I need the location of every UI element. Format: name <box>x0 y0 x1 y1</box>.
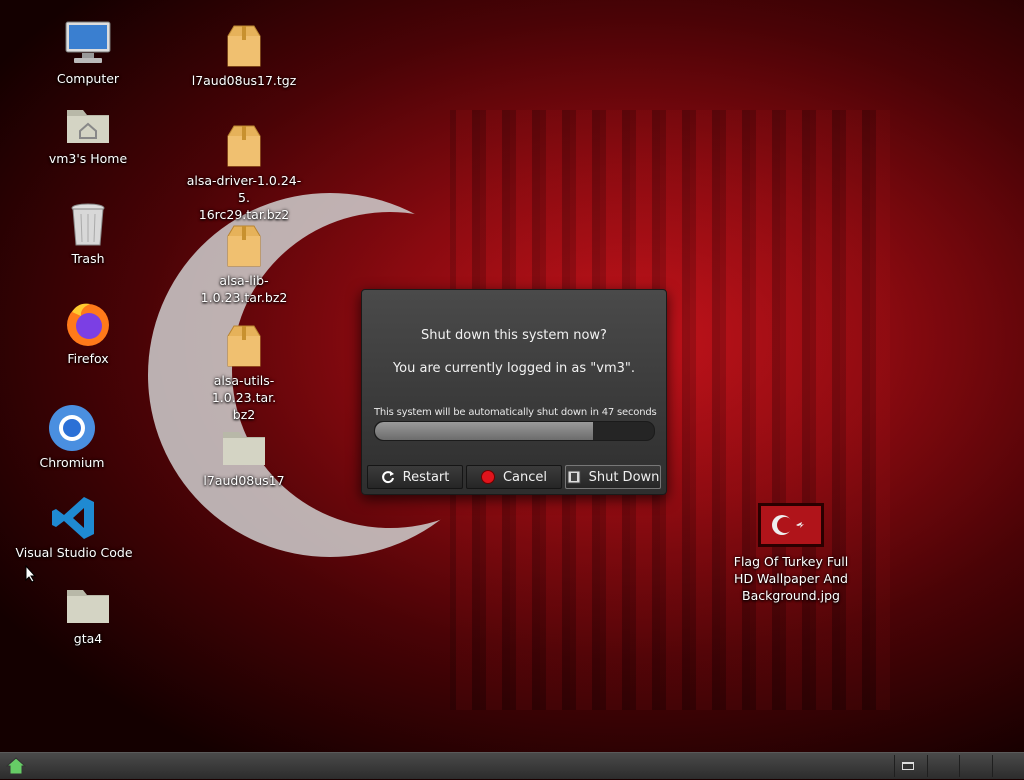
dialog-question: Shut down this system now? <box>362 328 666 343</box>
desktop-icon-alsa-driver[interactable]: alsa-driver-1.0.24-5.16rc29.tar.bz2 <box>184 122 304 223</box>
tray-slot[interactable] <box>927 755 960 777</box>
folder-icon <box>64 580 112 628</box>
shutdown-button[interactable]: Shut Down <box>565 465 661 489</box>
restart-icon <box>381 470 395 484</box>
desktop-icon-label: Computer <box>28 70 148 87</box>
start-menu-icon <box>4 756 28 776</box>
dialog-countdown-text: This system will be automatically shut d… <box>374 407 657 418</box>
trash-icon <box>64 200 112 248</box>
cancel-icon <box>481 470 495 484</box>
chromium-icon <box>48 404 96 452</box>
cancel-label: Cancel <box>503 470 547 485</box>
firefox-icon <box>64 300 112 348</box>
tray-slot[interactable] <box>959 755 992 777</box>
shutdown-dialog: Shut down this system now? You are curre… <box>361 289 667 495</box>
cancel-button[interactable]: Cancel <box>466 465 562 489</box>
shutdown-progress-bar <box>374 421 655 441</box>
desktop-icon-home[interactable]: vm3's Home <box>28 100 148 167</box>
archive-icon <box>220 22 268 70</box>
desktop-icon-vscode[interactable]: Visual Studio Code <box>14 494 134 561</box>
vscode-icon <box>50 494 98 542</box>
dialog-logged-in-text: You are currently logged in as "vm3". <box>362 361 666 376</box>
desktop-icon-label: gta4 <box>28 630 148 647</box>
desktop-icon-alsa-utils[interactable]: alsa-utils-1.0.23.tar.bz2 <box>184 322 304 423</box>
computer-icon <box>64 20 112 68</box>
desktop-icon-folder-l7aud[interactable]: l7aud08us17 <box>184 422 304 489</box>
desktop-icon-label: Trash <box>28 250 148 267</box>
shutdown-icon <box>567 470 581 484</box>
system-tray <box>894 755 1024 777</box>
folder-icon <box>220 422 268 470</box>
desktop-icon-flag-image[interactable]: Flag Of Turkey FullHD Wallpaper AndBackg… <box>731 503 851 604</box>
restart-button[interactable]: Restart <box>367 465 463 489</box>
desktop-icon-firefox[interactable]: Firefox <box>28 300 148 367</box>
image-thumbnail-icon <box>758 503 824 547</box>
window-icon <box>902 762 914 770</box>
desktop-icon-label: Visual Studio Code <box>14 544 134 561</box>
desktop-icon-label: Firefox <box>28 350 148 367</box>
desktop-icon-label: Chromium <box>12 454 132 471</box>
desktop-icon-label: alsa-lib-1.0.23.tar.bz2 <box>184 272 304 306</box>
shutdown-label: Shut Down <box>589 470 660 485</box>
archive-icon <box>220 322 268 370</box>
archive-icon <box>220 222 268 270</box>
desktop-icon-label: alsa-driver-1.0.24-5.16rc29.tar.bz2 <box>184 172 304 223</box>
desktop-icon-label: Flag Of Turkey FullHD Wallpaper AndBackg… <box>731 553 851 604</box>
desktop-icon-label: l7aud08us17.tgz <box>184 72 304 89</box>
desktop-icon-label: l7aud08us17 <box>184 472 304 489</box>
desktop-icon-alsa-lib[interactable]: alsa-lib-1.0.23.tar.bz2 <box>184 222 304 306</box>
taskbar <box>0 752 1024 779</box>
desktop-icon-label: vm3's Home <box>28 150 148 167</box>
desktop-icon-chromium[interactable]: Chromium <box>12 404 132 471</box>
archive-icon <box>220 122 268 170</box>
desktop-icon-computer[interactable]: Computer <box>28 20 148 87</box>
desktop-icon-gta4[interactable]: gta4 <box>28 580 148 647</box>
home-folder-icon <box>64 100 112 148</box>
mouse-cursor-icon <box>25 565 37 583</box>
restart-label: Restart <box>403 470 450 485</box>
start-menu-button[interactable] <box>4 756 28 776</box>
show-desktop-button[interactable] <box>894 755 927 777</box>
desktop-icon-label: alsa-utils-1.0.23.tar.bz2 <box>184 372 304 423</box>
desktop-icon-trash[interactable]: Trash <box>28 200 148 267</box>
progress-fill <box>375 422 593 440</box>
tray-slot[interactable] <box>992 755 1024 777</box>
desktop-icon-archive-tgz[interactable]: l7aud08us17.tgz <box>184 22 304 89</box>
